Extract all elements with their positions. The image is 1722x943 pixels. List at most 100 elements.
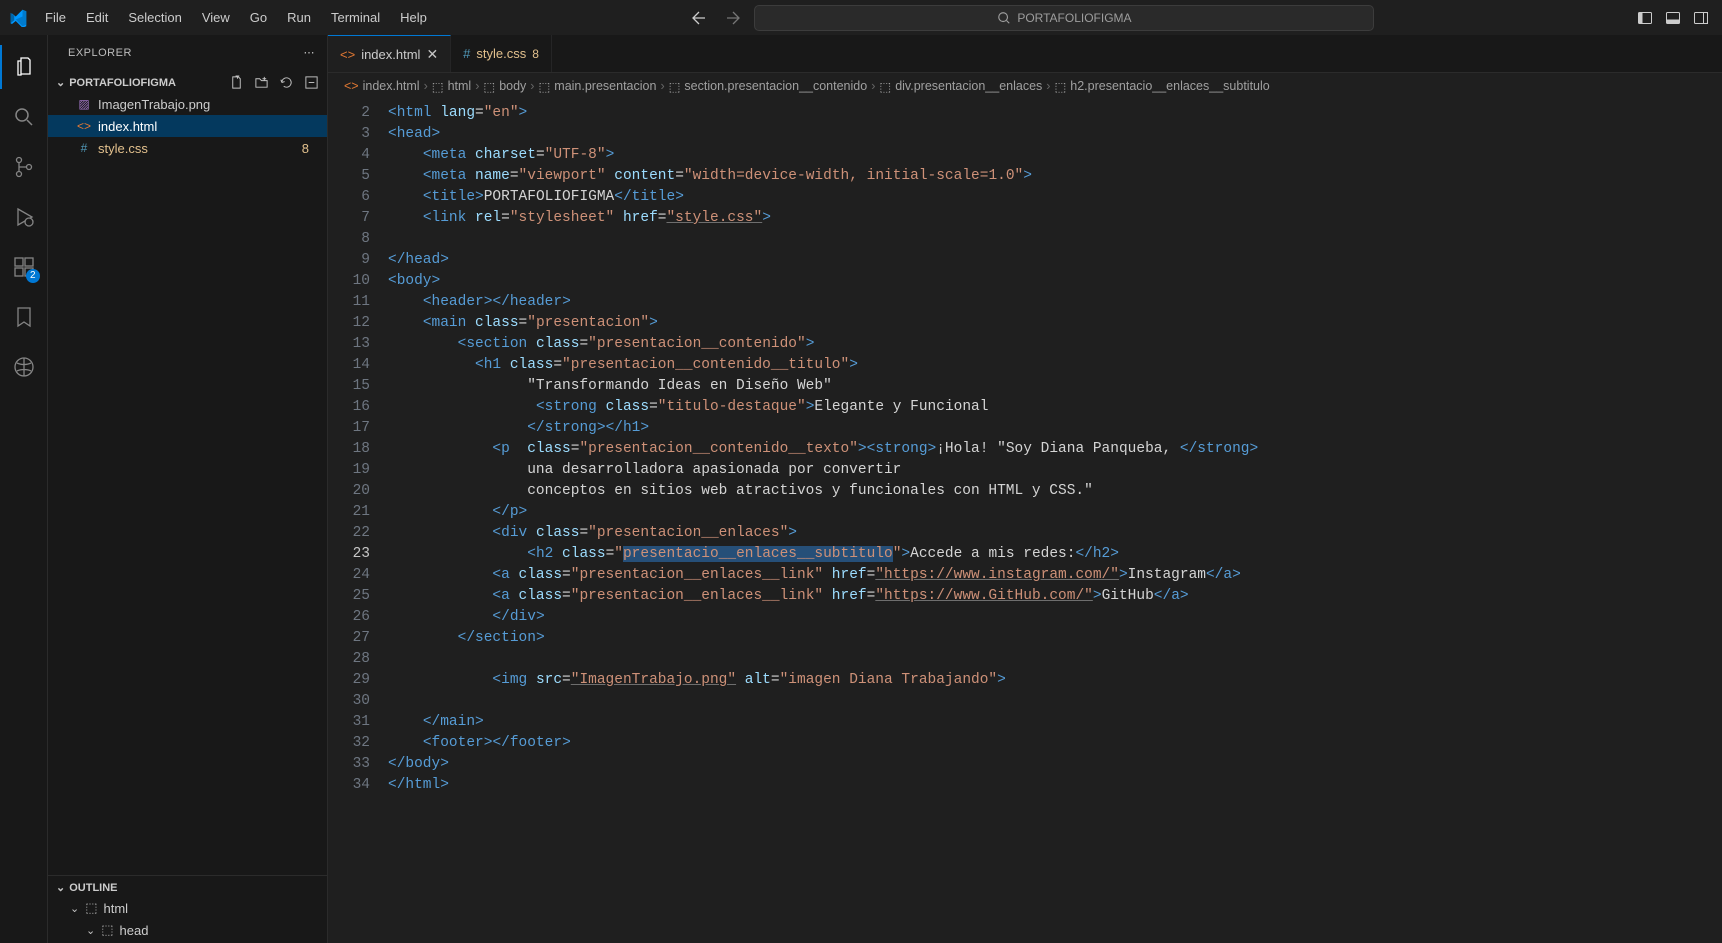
toggle-primary-sidebar-icon[interactable] (1634, 7, 1656, 29)
toggle-secondary-sidebar-icon[interactable] (1690, 7, 1712, 29)
menu-selection[interactable]: Selection (118, 0, 191, 35)
outline-label: html (104, 901, 129, 916)
activity-extensions-icon[interactable]: 2 (0, 245, 48, 289)
css-file-icon: # (463, 46, 470, 61)
title-center: PORTAFOLIOFIGMA (437, 5, 1624, 31)
tab-modified-badge: 8 (532, 47, 539, 61)
title-bar: File Edit Selection View Go Run Terminal… (0, 0, 1722, 35)
file-item-index[interactable]: <> index.html (48, 115, 327, 137)
tab-label: style.css (476, 46, 526, 61)
activity-explorer-icon[interactable] (0, 45, 48, 89)
toggle-panel-icon[interactable] (1662, 7, 1684, 29)
menu-bar: File Edit Selection View Go Run Terminal… (35, 0, 437, 35)
html-file-icon: <> (340, 47, 355, 62)
activity-search-icon[interactable] (0, 95, 48, 139)
symbol-icon: ⬚ (1054, 79, 1066, 94)
code-content[interactable]: <html lang="en"><head> <meta charset="UT… (388, 99, 1722, 943)
collapse-icon[interactable] (304, 75, 319, 90)
symbol-icon: ⬚ (101, 922, 113, 938)
symbol-icon: ⬚ (432, 79, 444, 94)
html-file-icon: <> (76, 118, 92, 134)
chevron-down-icon: ⌄ (56, 881, 65, 894)
chevron-right-icon: › (871, 79, 875, 93)
editor-group: <> index.html ✕ # style.css 8 <>index.ht… (328, 35, 1722, 943)
explorer-more-icon[interactable]: ⋯ (304, 46, 316, 59)
activity-liveshare-icon[interactable] (0, 345, 48, 389)
html-file-icon: <> (344, 79, 359, 93)
chevron-down-icon: ⌄ (86, 924, 95, 937)
tab-style-css[interactable]: # style.css 8 (451, 35, 552, 72)
menu-help[interactable]: Help (390, 0, 437, 35)
close-icon[interactable]: ✕ (426, 46, 438, 63)
main-layout: 2 EXPLORER ⋯ ⌄ PORTAFOLIOFIGMA (0, 35, 1722, 943)
breadcrumb-item: ⬚div.presentacion__enlaces (879, 79, 1042, 94)
breadcrumb-item: ⬚main.presentacion (538, 79, 656, 94)
breadcrumb-item: ⬚html (432, 79, 471, 94)
chevron-right-icon: › (1046, 79, 1050, 93)
new-folder-icon[interactable] (254, 75, 269, 90)
activity-bookmark-icon[interactable] (0, 295, 48, 339)
file-item-style[interactable]: # style.css 8 (48, 137, 327, 159)
explorer-sidebar: EXPLORER ⋯ ⌄ PORTAFOLIOFIGMA ▨ ImagenTra… (48, 35, 328, 943)
outline-title: OUTLINE (69, 882, 117, 894)
search-icon (997, 11, 1011, 25)
menu-terminal[interactable]: Terminal (321, 0, 390, 35)
symbol-icon: ⬚ (483, 79, 495, 94)
breadcrumb-item: ⬚section.presentacion__contenido (669, 79, 868, 94)
chevron-down-icon: ⌄ (70, 902, 79, 915)
menu-edit[interactable]: Edit (76, 0, 118, 35)
nav-forward-icon[interactable] (720, 5, 746, 31)
symbol-icon: ⬚ (85, 900, 97, 916)
outline-label: head (120, 923, 149, 938)
command-center-label: PORTAFOLIOFIGMA (1017, 11, 1131, 25)
activity-bar: 2 (0, 35, 48, 943)
folder-name: PORTAFOLIOFIGMA (69, 77, 176, 89)
activity-run-debug-icon[interactable] (0, 195, 48, 239)
explorer-title: EXPLORER (68, 47, 132, 59)
symbol-icon: ⬚ (538, 79, 550, 94)
vscode-logo-icon (0, 9, 35, 27)
file-modified-badge: 8 (302, 141, 317, 156)
outline-section: ⌄ OUTLINE ⌄ ⬚ html ⌄ ⬚ head (48, 875, 327, 943)
chevron-right-icon: › (475, 79, 479, 93)
file-item-image[interactable]: ▨ ImagenTrabajo.png (48, 93, 327, 115)
file-name: index.html (98, 119, 157, 134)
line-gutter: 2345678910111213141516171819202122232425… (328, 99, 388, 943)
layout-controls (1624, 7, 1722, 29)
folder-actions (229, 75, 319, 90)
file-name: style.css (98, 141, 148, 156)
image-file-icon: ▨ (76, 96, 92, 112)
menu-run[interactable]: Run (277, 0, 321, 35)
css-file-icon: # (76, 140, 92, 156)
code-editor[interactable]: 2345678910111213141516171819202122232425… (328, 99, 1722, 943)
outline-header[interactable]: ⌄ OUTLINE (48, 878, 327, 897)
breadcrumb-item: ⬚body (483, 79, 526, 94)
symbol-icon: ⬚ (669, 79, 681, 94)
refresh-icon[interactable] (279, 75, 294, 90)
chevron-down-icon: ⌄ (56, 76, 65, 89)
outline-item-head[interactable]: ⌄ ⬚ head (48, 919, 327, 941)
explorer-folder: ⌄ PORTAFOLIOFIGMA ▨ ImagenTrabajo.png <>… (48, 70, 327, 161)
explorer-header: EXPLORER ⋯ (48, 35, 327, 70)
breadcrumb-item: ⬚h2.presentacio__enlaces__subtitulo (1054, 79, 1269, 94)
menu-file[interactable]: File (35, 0, 76, 35)
editor-tabs: <> index.html ✕ # style.css 8 (328, 35, 1722, 73)
menu-view[interactable]: View (192, 0, 240, 35)
chevron-right-icon: › (424, 79, 428, 93)
symbol-icon: ⬚ (879, 79, 891, 94)
activity-source-control-icon[interactable] (0, 145, 48, 189)
tab-index-html[interactable]: <> index.html ✕ (328, 35, 451, 72)
nav-back-icon[interactable] (686, 5, 712, 31)
file-name: ImagenTrabajo.png (98, 97, 210, 112)
extensions-badge: 2 (26, 269, 40, 283)
command-center[interactable]: PORTAFOLIOFIGMA (754, 5, 1374, 31)
tab-label: index.html (361, 47, 420, 62)
chevron-right-icon: › (530, 79, 534, 93)
new-file-icon[interactable] (229, 75, 244, 90)
outline-item-html[interactable]: ⌄ ⬚ html (48, 897, 327, 919)
folder-header[interactable]: ⌄ PORTAFOLIOFIGMA (48, 72, 327, 93)
breadcrumbs[interactable]: <>index.html › ⬚html › ⬚body › ⬚main.pre… (328, 73, 1722, 99)
menu-go[interactable]: Go (240, 0, 277, 35)
breadcrumb-item: <>index.html (344, 79, 420, 93)
chevron-right-icon: › (660, 79, 664, 93)
